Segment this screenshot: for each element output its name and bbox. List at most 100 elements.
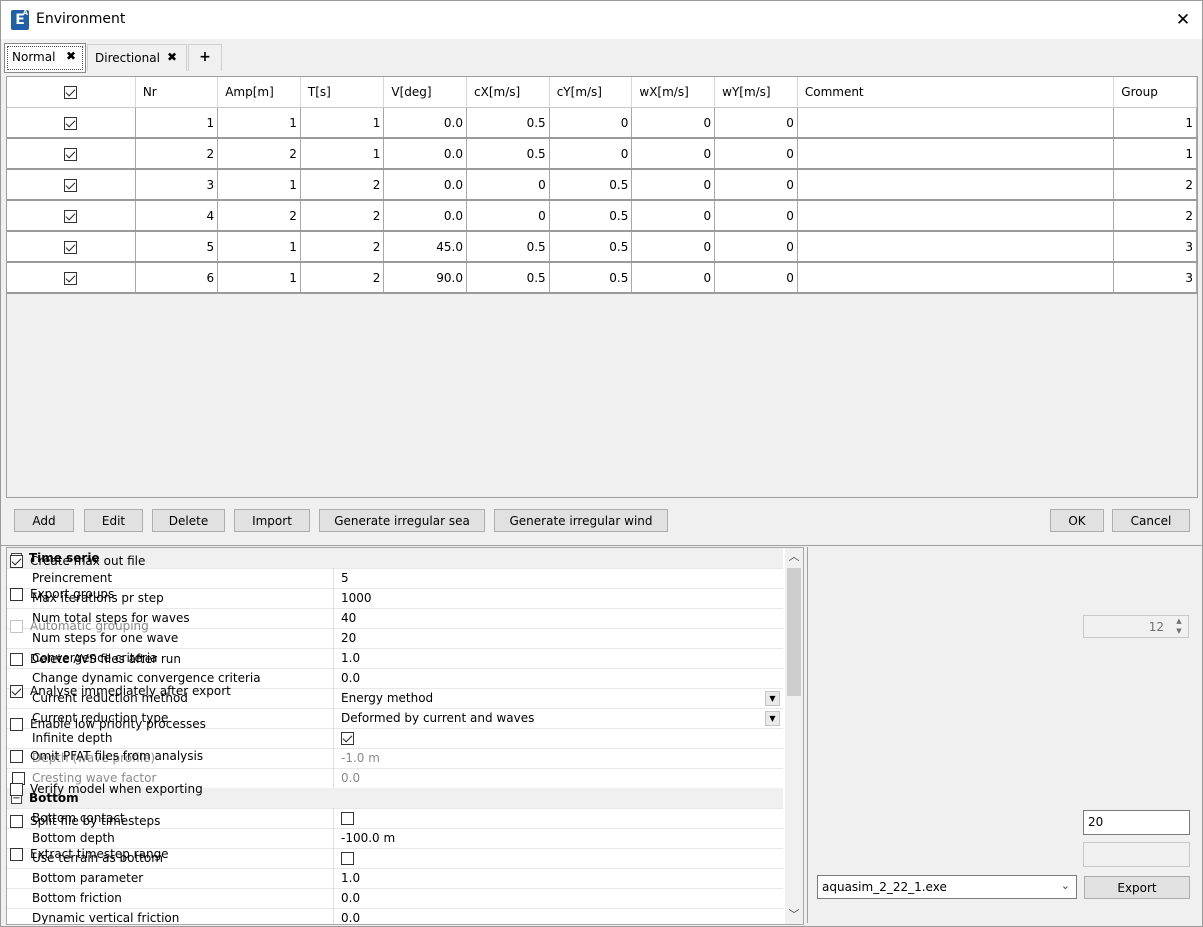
cell-comment[interactable] xyxy=(797,138,1115,170)
prop-value[interactable]: 1000 xyxy=(341,591,372,605)
col-header-amp[interactable]: Amp[m] xyxy=(217,77,301,108)
cell-cy[interactable]: 0.5 xyxy=(549,262,633,294)
cell-wy[interactable]: 0 xyxy=(714,169,798,201)
table-row[interactable]: 3 1 2 0.0 0 0.5 0 0 2 xyxy=(7,169,1197,201)
row-checkbox[interactable] xyxy=(7,138,136,170)
cell-group[interactable]: 3 xyxy=(1113,231,1197,263)
cell-v[interactable]: 0.0 xyxy=(383,200,467,232)
cell-v[interactable]: 0.0 xyxy=(383,169,467,201)
cell-cx[interactable]: 0 xyxy=(466,200,550,232)
row-checkbox[interactable] xyxy=(7,200,136,232)
cell-wx[interactable]: 0 xyxy=(631,262,716,294)
low-priority-checkbox[interactable] xyxy=(10,718,23,731)
cell-v[interactable]: 0.0 xyxy=(383,138,467,170)
prop-value[interactable]: Energy method xyxy=(341,691,433,705)
cell-t[interactable]: 2 xyxy=(300,169,385,201)
extract-range-checkbox[interactable] xyxy=(10,848,23,861)
scroll-up-icon[interactable]: ︿ xyxy=(785,548,803,566)
prop-value[interactable]: 0.0 xyxy=(341,671,360,685)
add-tab-button[interactable]: + xyxy=(188,44,222,71)
prop-max-iterations[interactable]: Max iterations pr step 1000 xyxy=(7,588,783,609)
delete-avs-checkbox[interactable] xyxy=(10,653,23,666)
cell-cy[interactable]: 0 xyxy=(549,107,633,139)
prop-value[interactable]: 0.0 xyxy=(341,891,360,905)
cell-nr[interactable]: 3 xyxy=(135,169,219,201)
tab-directional[interactable]: Directional ✖ xyxy=(87,44,187,71)
cell-amp[interactable]: 1 xyxy=(217,262,301,294)
prop-value[interactable]: 1.0 xyxy=(341,651,360,665)
scroll-thumb[interactable] xyxy=(787,568,801,696)
edit-button[interactable]: Edit xyxy=(84,509,143,532)
cell-t[interactable]: 1 xyxy=(300,138,385,170)
infinite-depth-checkbox[interactable] xyxy=(341,732,354,745)
cell-wy[interactable]: 0 xyxy=(714,231,798,263)
cell-cy[interactable]: 0.5 xyxy=(549,169,633,201)
cell-wx[interactable]: 0 xyxy=(631,231,716,263)
select-all-checkbox[interactable] xyxy=(7,77,136,108)
cell-cy[interactable]: 0.5 xyxy=(549,231,633,263)
cell-wy[interactable]: 0 xyxy=(714,262,798,294)
create-max-checkbox[interactable] xyxy=(10,555,23,568)
cancel-button[interactable]: Cancel xyxy=(1112,509,1190,532)
use-terrain-checkbox[interactable] xyxy=(341,852,354,865)
cell-t[interactable]: 1 xyxy=(300,107,385,139)
cell-cx[interactable]: 0.5 xyxy=(466,231,550,263)
cell-v[interactable]: 0.0 xyxy=(383,107,467,139)
cell-v[interactable]: 90.0 xyxy=(383,262,467,294)
generate-irregular-wind-button[interactable]: Generate irregular wind xyxy=(494,509,668,532)
vertical-splitter[interactable] xyxy=(807,547,808,923)
col-header-group[interactable]: Group xyxy=(1113,77,1197,108)
cell-wx[interactable]: 0 xyxy=(631,138,716,170)
prop-dynamic-vertical-friction[interactable]: Dynamic vertical friction 0.0 xyxy=(7,908,783,924)
row-checkbox[interactable] xyxy=(7,169,136,201)
col-header-t[interactable]: T[s] xyxy=(300,77,385,108)
cell-comment[interactable] xyxy=(797,169,1115,201)
cell-amp[interactable]: 1 xyxy=(217,107,301,139)
cell-nr[interactable]: 2 xyxy=(135,138,219,170)
cell-comment[interactable] xyxy=(797,107,1115,139)
cell-comment[interactable] xyxy=(797,200,1115,232)
export-button[interactable]: Export xyxy=(1084,876,1190,899)
cell-group[interactable]: 1 xyxy=(1113,107,1197,139)
cell-v[interactable]: 45.0 xyxy=(383,231,467,263)
dropdown-arrow-icon[interactable]: ▼ xyxy=(765,691,780,706)
prop-value[interactable]: -100.0 m xyxy=(341,831,395,845)
bottom-contact-checkbox[interactable] xyxy=(341,812,354,825)
ok-button[interactable]: OK xyxy=(1050,509,1104,532)
table-row[interactable]: 2 2 1 0.0 0.5 0 0 0 1 xyxy=(7,138,1197,170)
close-icon[interactable]: ✕ xyxy=(1170,7,1196,33)
cell-wy[interactable]: 0 xyxy=(714,138,798,170)
col-header-comment[interactable]: Comment xyxy=(797,77,1115,108)
verify-model-checkbox[interactable] xyxy=(10,783,23,796)
split-timesteps-input[interactable]: 20 xyxy=(1083,810,1190,835)
cell-t[interactable]: 2 xyxy=(300,262,385,294)
row-checkbox[interactable] xyxy=(7,231,136,263)
scroll-down-icon[interactable]: ﹀ xyxy=(785,906,803,924)
col-header-cy[interactable]: cY[m/s] xyxy=(549,77,633,108)
cell-amp[interactable]: 1 xyxy=(217,169,301,201)
cell-wx[interactable]: 0 xyxy=(631,107,716,139)
col-header-wx[interactable]: wX[m/s] xyxy=(631,77,716,108)
cell-group[interactable]: 2 xyxy=(1113,200,1197,232)
prop-value[interactable]: Deformed by current and waves xyxy=(341,711,534,725)
cell-nr[interactable]: 1 xyxy=(135,107,219,139)
cell-cx[interactable]: 0.5 xyxy=(466,107,550,139)
prop-value[interactable]: 5 xyxy=(341,571,349,585)
import-button[interactable]: Import xyxy=(234,509,310,532)
prop-value[interactable]: 1.0 xyxy=(341,871,360,885)
cell-nr[interactable]: 5 xyxy=(135,231,219,263)
cell-comment[interactable] xyxy=(797,231,1115,263)
cell-nr[interactable]: 4 xyxy=(135,200,219,232)
cell-cx[interactable]: 0.5 xyxy=(466,138,550,170)
dropdown-arrow-icon[interactable]: ▼ xyxy=(765,711,780,726)
prop-bottom-friction[interactable]: Bottom friction 0.0 xyxy=(7,888,783,909)
prop-value[interactable]: 0.0 xyxy=(341,911,360,924)
tab-normal[interactable]: Normal ✖ xyxy=(4,43,86,73)
col-header-nr[interactable]: Nr xyxy=(135,77,219,108)
executable-select[interactable]: aquasim_2_22_1.exe ⌄ xyxy=(817,875,1077,899)
prop-bottom-depth[interactable]: Bottom depth -100.0 m xyxy=(7,828,783,849)
col-header-cx[interactable]: cX[m/s] xyxy=(466,77,550,108)
cell-amp[interactable]: 1 xyxy=(217,231,301,263)
cell-amp[interactable]: 2 xyxy=(217,138,301,170)
cell-cy[interactable]: 0.5 xyxy=(549,200,633,232)
